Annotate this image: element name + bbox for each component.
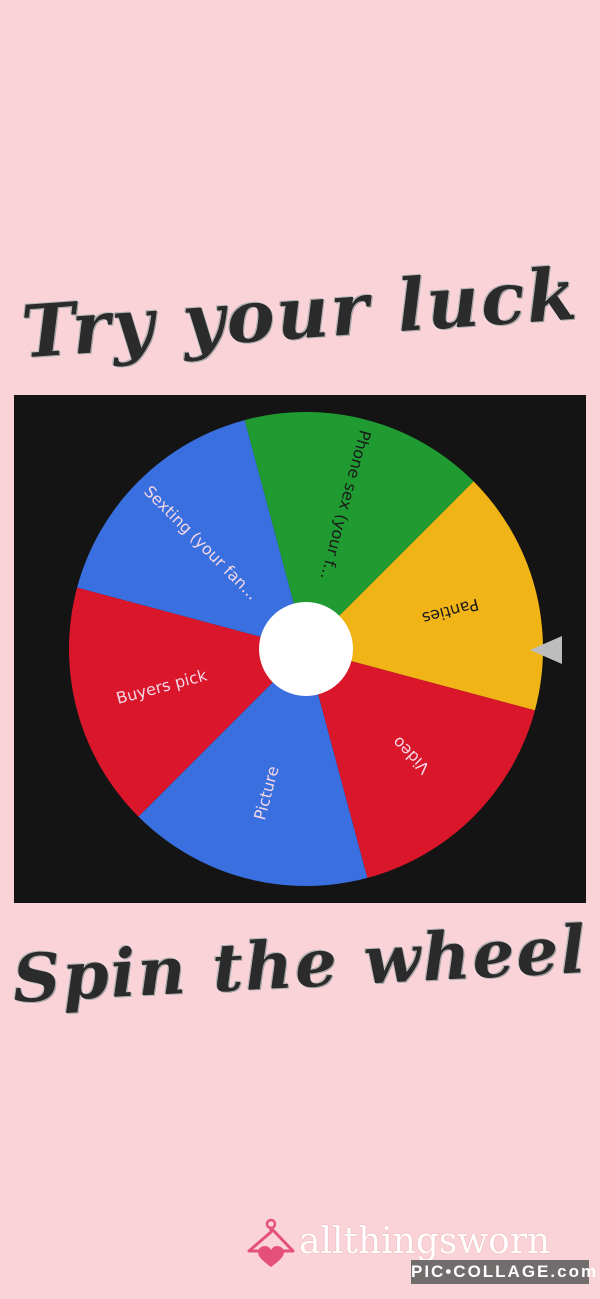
badge-text: PIC•COLLAGE [411, 1262, 551, 1281]
prize-wheel[interactable]: Sexting (your fan... Phone sex (your f...… [14, 395, 586, 903]
hanger-heart-icon [247, 1218, 295, 1267]
wheel-hub[interactable] [259, 602, 353, 696]
wheel-pointer-icon [530, 636, 562, 664]
footer-watermark: allthingsworn PIC•COLLAGE.com [245, 1215, 596, 1285]
brand-name: allthingsworn [299, 1221, 551, 1262]
pic-collage-badge: PIC•COLLAGE.com [411, 1260, 596, 1284]
headline-spin-the-wheel: Spin the wheel [10, 910, 590, 1018]
spin-wheel-panel[interactable]: Sexting (your fan... Phone sex (your f...… [14, 395, 586, 903]
headline-try-your-luck: Try your luck [18, 250, 582, 375]
badge-suffix: .com [550, 1262, 599, 1281]
